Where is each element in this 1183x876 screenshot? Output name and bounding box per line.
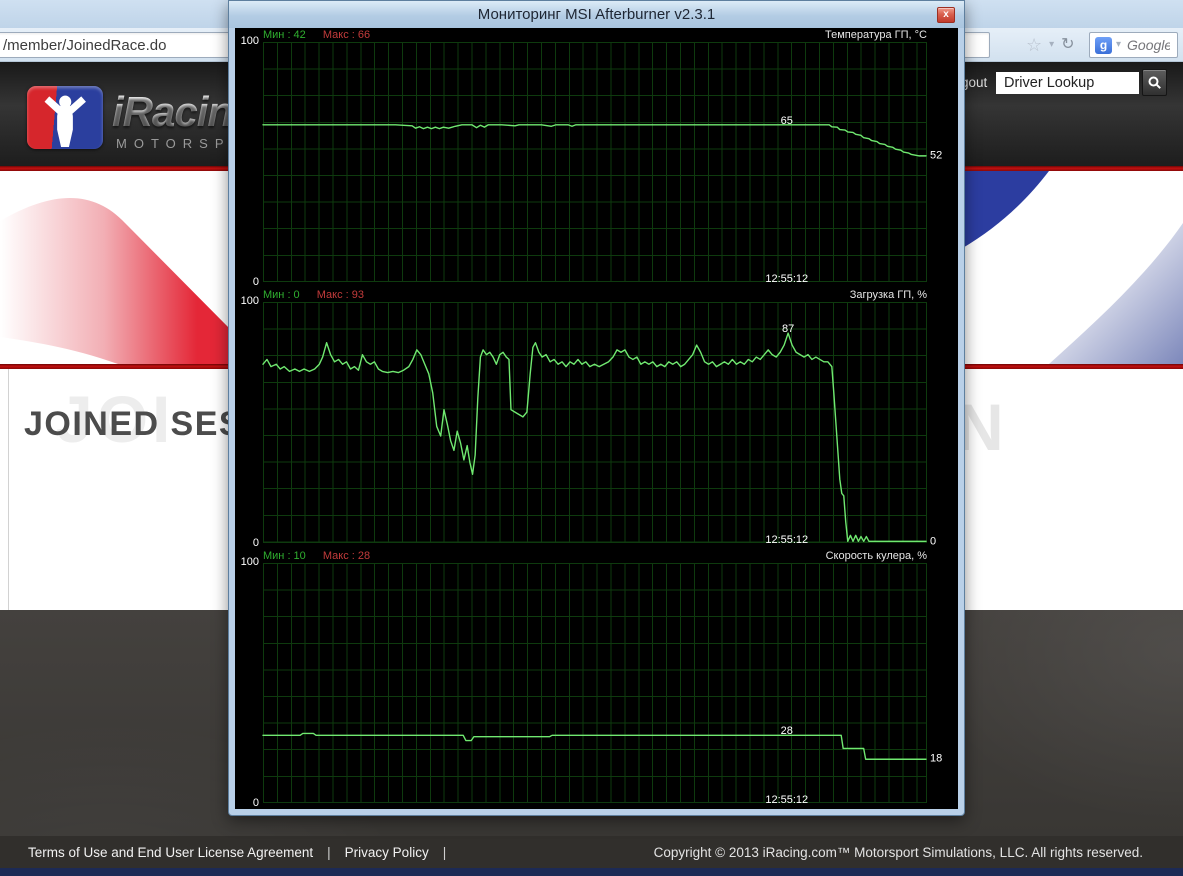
afterburner-client-area: Мин : 42 Макс : 66 Температура ГП, °C 10… [235, 28, 958, 809]
value-label: 65 [781, 115, 793, 127]
gpu-usage-graph: Мин : 0 Макс : 93 Загрузка ГП, % 100 0 1… [235, 288, 958, 548]
max-stat-label: Макс : 66 [323, 29, 370, 41]
min-stat-label: Мин : 10 [263, 550, 306, 562]
min-stat-label: Мин : 42 [263, 29, 306, 41]
copyright-text: Copyright © 2013 iRacing.com™ Motorsport… [654, 845, 1143, 860]
bottom-navy-strip [0, 868, 1183, 876]
y-axis-max-label: 100 [235, 556, 259, 568]
usage-plot: 12:55:12 870 [263, 302, 927, 542]
footer-separator: | [443, 845, 447, 860]
driver-lookup-search-button[interactable] [1142, 69, 1167, 96]
afterburner-titlebar[interactable]: Мониторинг MSI Afterburner v2.3.1 x [229, 1, 964, 28]
max-stat-label: Макс : 28 [323, 550, 370, 562]
magnifier-icon [1147, 75, 1163, 91]
fan-speed-graph: Мин : 10 Макс : 28 Скорость кулера, % 10… [235, 549, 958, 809]
banner-red-swoosh [0, 171, 232, 364]
y-axis-max-label: 100 [235, 295, 259, 307]
bookmark-star-icon[interactable]: ☆ [1026, 36, 1042, 54]
banner-blue-swoosh [957, 171, 1183, 364]
google-logo-icon[interactable]: g [1095, 37, 1112, 54]
content-left-border [8, 369, 9, 610]
gpu-temperature-graph: Мин : 42 Макс : 66 Температура ГП, °C 10… [235, 28, 958, 288]
min-stat-label: Мин : 0 [263, 289, 300, 301]
terms-link[interactable]: Terms of Use and End User License Agreem… [28, 845, 313, 860]
footer-separator: | [327, 845, 331, 860]
fan-plot: 12:55:12 2818 [263, 563, 927, 803]
browser-search-box[interactable]: g ▾ [1089, 32, 1178, 58]
bookmarks-dropdown-icon[interactable]: ▾ [1049, 40, 1054, 50]
value-label: 28 [781, 725, 793, 737]
graph-title: Скорость кулера, % [826, 550, 927, 563]
timestamp-label: 12:55:12 [765, 794, 808, 806]
search-engine-dropdown-icon[interactable]: ▾ [1116, 40, 1121, 50]
iracing-logo[interactable] [27, 86, 103, 149]
afterburner-window: Мониторинг MSI Afterburner v2.3.1 x Мин … [228, 0, 965, 816]
value-label: 87 [782, 323, 794, 335]
close-button[interactable]: x [937, 7, 955, 23]
temperature-plot: 12:55:12 6552 [263, 42, 927, 282]
timestamp-label: 12:55:12 [765, 534, 808, 546]
web-search-input[interactable] [1125, 36, 1172, 54]
iracing-figure-icon [27, 86, 103, 149]
y-axis-min-label: 0 [235, 537, 259, 549]
driver-lookup-input[interactable] [996, 72, 1139, 94]
y-axis-min-label: 0 [235, 276, 259, 288]
afterburner-window-title: Мониторинг MSI Afterburner v2.3.1 [478, 6, 715, 23]
max-stat-label: Макс : 93 [317, 289, 364, 301]
graph-title: Температура ГП, °C [825, 29, 927, 42]
y-axis-min-label: 0 [235, 797, 259, 809]
timestamp-label: 12:55:12 [765, 273, 808, 285]
reload-icon[interactable]: ↻ [1061, 37, 1074, 53]
value-label: 52 [930, 149, 942, 161]
graph-title: Загрузка ГП, % [850, 289, 927, 302]
y-axis-max-label: 100 [235, 35, 259, 47]
footer: Terms of Use and End User License Agreem… [0, 836, 1183, 868]
privacy-link[interactable]: Privacy Policy [345, 845, 429, 860]
value-label: 0 [930, 535, 936, 547]
value-label: 18 [930, 752, 942, 764]
screen: ☆ ▾ ↻ g ▾ iRacing MOTORSPORT Logout [0, 0, 1183, 876]
